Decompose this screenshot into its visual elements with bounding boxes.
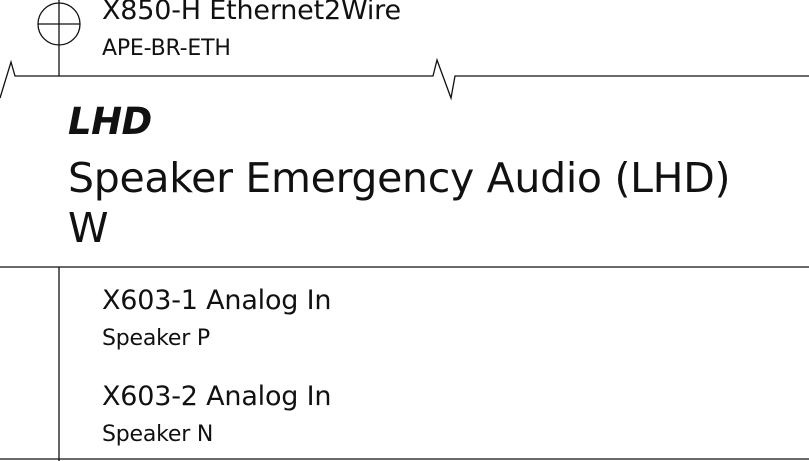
pin-signal: Speaker N bbox=[102, 422, 214, 447]
pin-name: X603-2 Analog In bbox=[102, 381, 332, 412]
device-code: LHD bbox=[68, 100, 152, 143]
pin-signal: Speaker P bbox=[102, 326, 210, 351]
top-connector-name: X850-H Ethernet2Wire bbox=[102, 0, 401, 26]
device-top-border bbox=[0, 57, 809, 101]
device-title-line1: Speaker Emergency Audio (LHD) bbox=[68, 154, 731, 202]
device-title-line2: W bbox=[68, 204, 109, 252]
pin-name: X603-1 Analog In bbox=[102, 285, 332, 316]
top-connector-signal: APE-BR-ETH bbox=[102, 36, 231, 61]
